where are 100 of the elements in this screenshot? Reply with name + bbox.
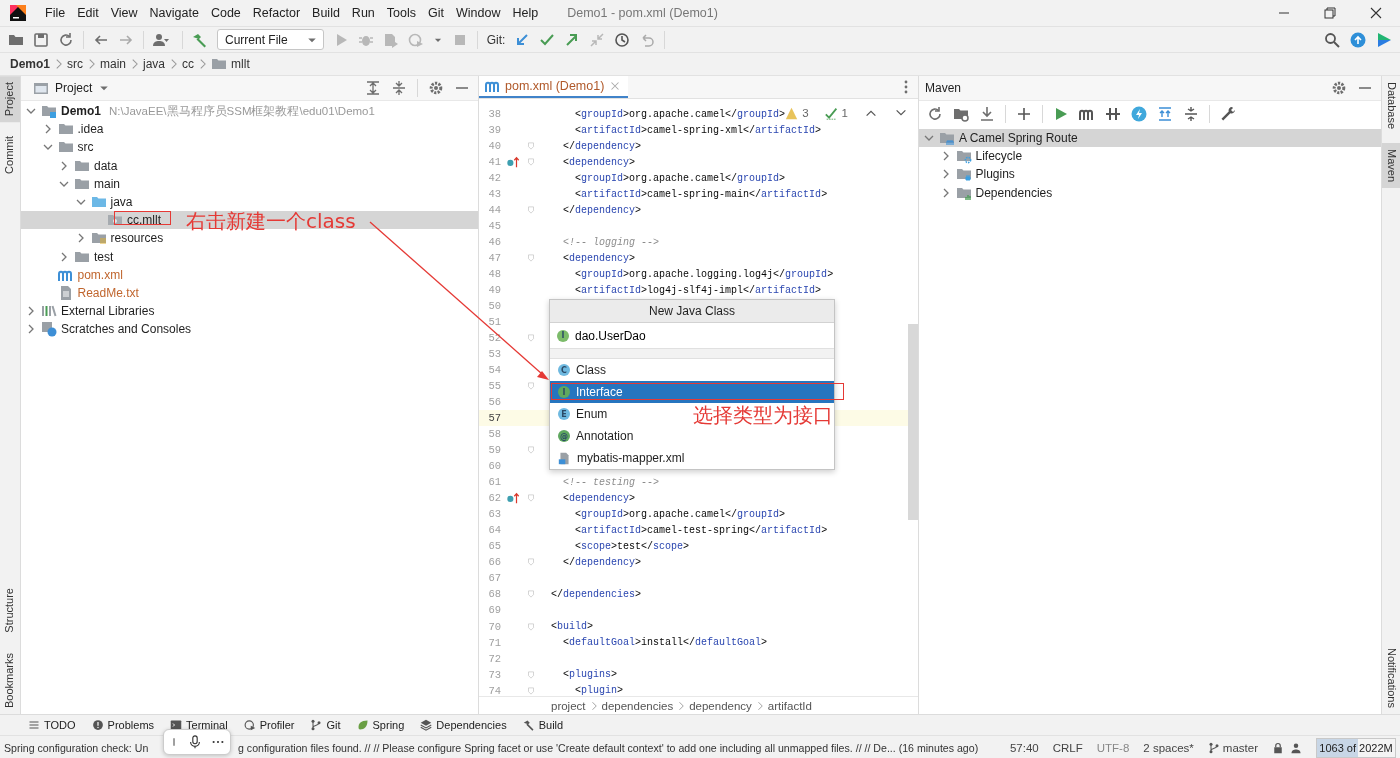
editor-tab[interactable]: pom.xml (Demo1) [479, 76, 629, 98]
breadcrumb-item[interactable]: main [100, 57, 127, 71]
menu-item[interactable]: Build [307, 4, 345, 22]
restore-icon[interactable] [1322, 5, 1338, 21]
tree-item[interactable]: main [74, 175, 120, 192]
fold-marker-icon[interactable] [526, 668, 536, 681]
menu-item[interactable]: Help [507, 4, 544, 22]
fold-marker-icon[interactable] [526, 156, 536, 169]
settings-icon[interactable] [1331, 80, 1347, 96]
breadcrumb-item[interactable]: src [67, 57, 83, 71]
tree-item[interactable]: ReadMe.txt [57, 284, 139, 301]
folder-gear-icon[interactable] [953, 106, 969, 122]
fold-marker-icon[interactable] [526, 252, 536, 265]
tree-item[interactable]: Lifecycle [955, 148, 1023, 165]
tool-tab[interactable]: TODO [28, 719, 76, 731]
bookmark-marker-icon[interactable] [506, 155, 520, 170]
update-icon[interactable] [1350, 31, 1366, 48]
fold-marker-icon[interactable] [526, 588, 536, 601]
check-count[interactable]: 1 [841, 107, 848, 119]
tree-item[interactable]: test [74, 248, 114, 265]
tool-tab[interactable]: Profiler [243, 719, 295, 731]
tree-item[interactable]: Demo1 [41, 103, 101, 120]
lightning-icon[interactable] [1131, 106, 1147, 122]
tool-window-tab[interactable]: Bookmarks [0, 646, 20, 714]
save-icon[interactable] [33, 31, 49, 48]
tool-tab[interactable]: Dependencies [420, 719, 507, 731]
download-icon[interactable] [979, 106, 995, 122]
breadcrumb-item[interactable]: cc [182, 57, 195, 71]
fold-marker-icon[interactable] [526, 444, 536, 457]
close-icon[interactable] [1368, 5, 1384, 21]
line-separator[interactable]: CRLF [1052, 742, 1083, 754]
tool-window-tab[interactable]: Maven [1382, 143, 1400, 189]
tree-item[interactable]: pom.xml [57, 266, 123, 283]
indent-setting[interactable]: 2 spaces* [1143, 742, 1194, 754]
expand-all-icon[interactable] [365, 80, 381, 96]
scrollbar-thumb[interactable] [908, 324, 918, 520]
hammer-icon[interactable] [192, 31, 208, 48]
type-option[interactable]: E Enum [550, 403, 618, 425]
tool-window-tab[interactable]: Project [0, 76, 20, 123]
git-branch[interactable]: master [1222, 742, 1258, 754]
fold-marker-icon[interactable] [526, 492, 536, 505]
tree-item[interactable]: Dependencies [955, 184, 1053, 201]
tree-item[interactable]: data [74, 157, 118, 174]
microphone-icon[interactable] [188, 735, 202, 749]
menu-item[interactable]: Code [205, 4, 246, 22]
tool-tab[interactable]: Spring [356, 719, 405, 731]
breadcrumb-item[interactable]: project [551, 699, 586, 712]
sync-icon[interactable] [58, 31, 74, 48]
type-option[interactable]: C Class [550, 359, 616, 381]
wrench-icon[interactable] [1220, 106, 1236, 122]
tree-item[interactable]: src [57, 139, 94, 156]
name-input-field[interactable]: dao.UserDao [575, 328, 775, 343]
warning-count[interactable]: 3 [802, 107, 809, 119]
tool-tab[interactable]: Terminal [170, 719, 228, 731]
bookmark-marker-icon[interactable] [506, 491, 520, 506]
expand-all-icon[interactable] [1157, 106, 1173, 122]
type-option[interactable]: mybatis-mapper.xml [550, 447, 695, 469]
fold-marker-icon[interactable] [526, 140, 536, 153]
menu-item[interactable]: Window [450, 4, 506, 22]
tool-tab[interactable]: Git [310, 719, 341, 731]
menu-item[interactable]: Refactor [247, 4, 306, 22]
tree-item[interactable]: Plugins [955, 166, 1015, 183]
search-icon[interactable] [1324, 31, 1340, 48]
collapse-all-icon[interactable] [1183, 106, 1199, 122]
run-icon[interactable] [1053, 106, 1069, 122]
menu-item[interactable]: Run [346, 4, 380, 22]
tool-window-tab[interactable]: Commit [0, 130, 20, 181]
breadcrumb-item[interactable]: dependencies [601, 699, 674, 712]
tree-item[interactable]: resources [90, 230, 164, 247]
plus-icon[interactable] [1016, 106, 1032, 122]
tree-item[interactable]: java [90, 194, 133, 211]
cursor-position[interactable]: 57:40 [1009, 742, 1039, 754]
fold-marker-icon[interactable] [526, 332, 536, 345]
run-configuration-dropdown[interactable]: Current File [217, 29, 324, 50]
collapse-all-icon[interactable] [391, 80, 407, 96]
tool-window-tab[interactable]: Database [1382, 76, 1400, 136]
settings-icon[interactable] [428, 80, 444, 96]
panel-title[interactable]: Project [55, 81, 93, 95]
tool-window-tab[interactable]: Notifications [1382, 642, 1400, 714]
fold-marker-icon[interactable] [526, 684, 536, 696]
menu-item[interactable]: Git [423, 4, 449, 22]
sync-icon[interactable] [927, 106, 943, 122]
tree-item[interactable]: External Libraries [41, 303, 155, 320]
menu-item[interactable]: Navigate [144, 4, 204, 22]
toolbox-logo-icon[interactable] [1376, 31, 1392, 48]
fold-marker-icon[interactable] [526, 204, 536, 217]
breadcrumb-item[interactable]: java [143, 57, 166, 71]
type-option[interactable]: @ Annotation [550, 425, 644, 447]
breadcrumb-item[interactable]: Demo1 [10, 57, 50, 71]
breadcrumb-item[interactable]: dependency [689, 699, 752, 712]
tree-item[interactable]: cc.mllt [107, 212, 161, 229]
tree-item[interactable]: Scratches and Consoles [41, 321, 192, 338]
menu-item[interactable]: View [105, 4, 143, 22]
fold-marker-icon[interactable] [526, 620, 536, 633]
menu-item[interactable]: File [40, 4, 71, 22]
breadcrumb-item[interactable]: artifactId [767, 699, 812, 712]
clock-icon[interactable] [614, 31, 631, 48]
toggle-icon[interactable] [1105, 106, 1121, 122]
breadcrumb-item[interactable]: mllt [231, 57, 250, 71]
tool-tab[interactable]: Problems [91, 719, 155, 731]
